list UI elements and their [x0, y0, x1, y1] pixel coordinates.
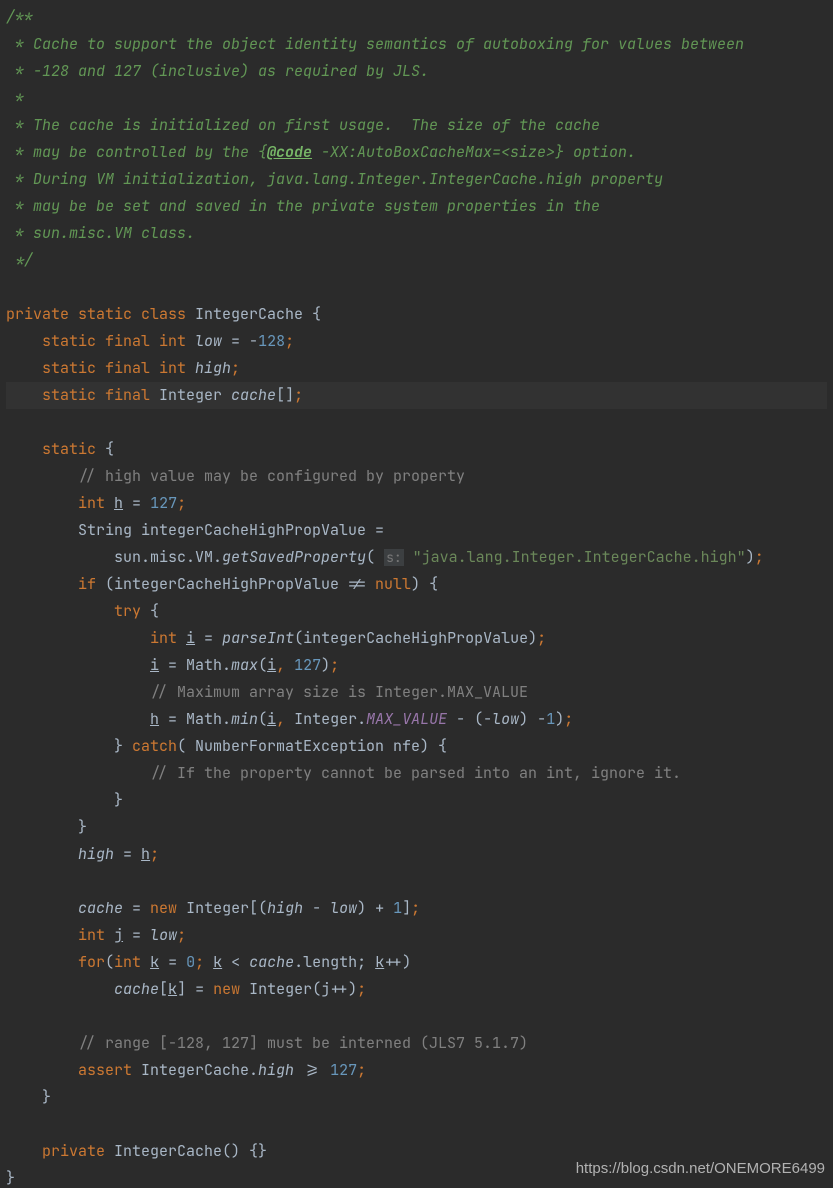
watermark: https://blog.csdn.net/ONEMORE6499: [576, 1155, 825, 1182]
code-line: * sun.misc.VM class.: [6, 220, 827, 247]
code-line: private static class IntegerCache {: [6, 301, 827, 328]
code-line: int j = low;: [6, 922, 827, 949]
code-line: sun.misc.VM.getSavedProperty( s: "java.l…: [6, 544, 827, 571]
code-line: [6, 274, 827, 301]
code-line: * During VM initialization, java.lang.In…: [6, 166, 827, 193]
code-line: try {: [6, 598, 827, 625]
code-line: }: [6, 787, 827, 814]
code-line: * The cache is initialized on first usag…: [6, 112, 827, 139]
code-line: cache[k] = new Integer(j++);: [6, 976, 827, 1003]
code-line: static {: [6, 436, 827, 463]
code-line: String integerCacheHighPropValue =: [6, 517, 827, 544]
code-line: */: [6, 247, 827, 274]
code-line: // Maximum array size is Integer.MAX_VAL…: [6, 679, 827, 706]
code-line: for(int k = 0; k < cache.length; k++): [6, 949, 827, 976]
code-line: [6, 1111, 827, 1138]
code-line: i = Math.max(i, 127);: [6, 652, 827, 679]
code-line: * may be controlled by the {@code -XX:Au…: [6, 139, 827, 166]
code-line: assert IntegerCache.high >= 127;: [6, 1057, 827, 1084]
code-line: // range [-128, 127] must be interned (J…: [6, 1030, 827, 1057]
code-line: int i = parseInt(integerCacheHighPropVal…: [6, 625, 827, 652]
code-line: static final int high;: [6, 355, 827, 382]
code-line: *: [6, 85, 827, 112]
code-line: [6, 1003, 827, 1030]
code-line: * -128 and 127 (inclusive) as required b…: [6, 58, 827, 85]
code-line: } catch( NumberFormatException nfe) {: [6, 733, 827, 760]
code-line: static final Integer cache[];: [6, 382, 827, 409]
code-line: * Cache to support the object identity s…: [6, 31, 827, 58]
code-line: [6, 409, 827, 436]
code-editor: /** * Cache to support the object identi…: [0, 0, 833, 1188]
code-line: }: [6, 814, 827, 841]
code-line: [6, 868, 827, 895]
code-line: // If the property cannot be parsed into…: [6, 760, 827, 787]
code-line: h = Math.min(i, Integer.MAX_VALUE - (-lo…: [6, 706, 827, 733]
code-line: /**: [6, 4, 827, 31]
code-line: int h = 127;: [6, 490, 827, 517]
code-line: high = h;: [6, 841, 827, 868]
code-line: // high value may be configured by prope…: [6, 463, 827, 490]
code-line: if (integerCacheHighPropValue != null) {: [6, 571, 827, 598]
code-line: cache = new Integer[(high - low) + 1];: [6, 895, 827, 922]
code-line: * may be be set and saved in the private…: [6, 193, 827, 220]
code-line: static final int low = -128;: [6, 328, 827, 355]
code-line: }: [6, 1084, 827, 1111]
